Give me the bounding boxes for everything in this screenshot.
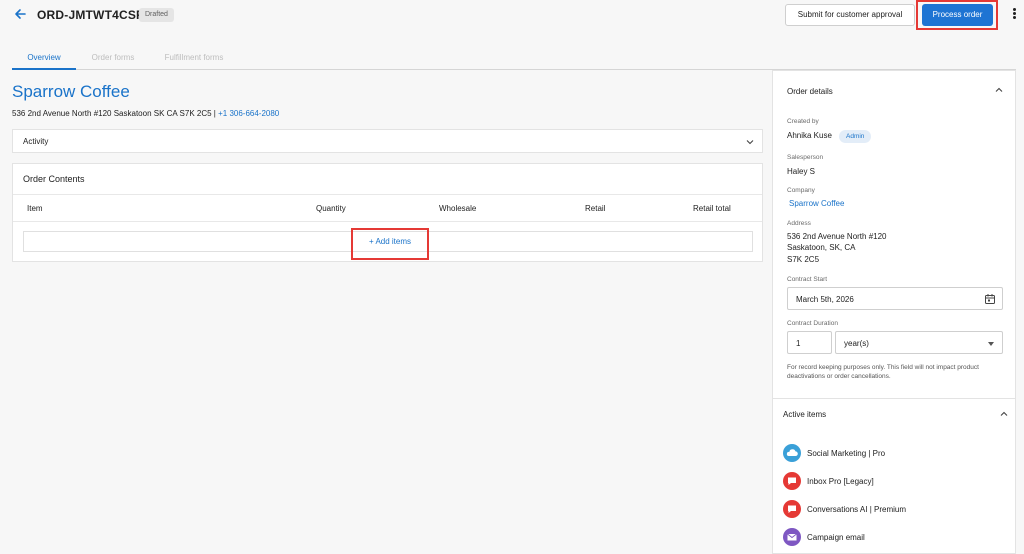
activity-panel[interactable]: Activity [12,129,763,153]
created-by-value: Ahnika Kuse [787,131,832,140]
tab-order-forms[interactable]: Order forms [84,46,142,70]
order-contents-title: Order Contents [23,174,85,184]
more-options-icon[interactable] [1011,7,1017,23]
role-badge: Admin [839,130,872,143]
address-line-3: S7K 2C5 [787,255,820,264]
address-line-2: Saskatoon, SK, CA [787,243,856,252]
tab-overview[interactable]: Overview [12,46,76,70]
contract-start-value: March 5th, 2026 [796,295,854,304]
chat-icon [783,500,801,518]
order-details-title: Order details [787,87,833,96]
add-items-highlight: + Add items [351,228,429,260]
column-retail-total: Retail total [693,204,731,213]
order-id-title: ORD-JMTWT4CSR4 [37,8,152,22]
active-items-title: Active items [783,410,827,419]
company-name: Sparrow Coffee [12,82,130,101]
submit-for-approval-button[interactable]: Submit for customer approval [785,4,915,26]
cloud-icon [783,444,801,462]
back-arrow-icon[interactable] [12,6,28,22]
duration-unit-value: year(s) [844,339,869,348]
duration-unit-select[interactable]: year(s) [835,331,1003,354]
order-details-sidebar: Order details Created by Ahnika Kuse Adm… [772,70,1016,554]
process-order-button[interactable]: Process order [922,4,993,26]
contract-start-input[interactable]: March 5th, 2026 [787,287,1003,310]
active-item-label: Social Marketing | Pro [807,449,886,458]
salesperson-value: Haley S [787,167,816,176]
chat-icon [783,472,801,490]
top-bar: ORD-JMTWT4CSR4 Drafted Submit for custom… [0,0,1024,30]
active-item-label: Conversations AI | Premium [807,505,907,514]
salesperson-label: Salesperson [787,154,824,161]
chevron-down-icon[interactable] [746,138,754,146]
dropdown-caret-icon [988,342,994,346]
address-label: Address [787,220,811,227]
phone-link[interactable]: +1 306-664-2080 [218,109,279,118]
duration-number-value: 1 [796,339,801,348]
add-items-button[interactable]: + Add items [353,237,427,246]
address-line-1: 536 2nd Avenue North #120 [787,232,887,241]
tab-fulfillment-forms[interactable]: Fulfillment forms [158,46,230,70]
company-address: 536 2nd Avenue North #120 Saskatoon SK C… [12,109,279,118]
section-divider [773,398,1015,399]
address-text: 536 2nd Avenue North #120 Saskatoon SK C… [12,109,216,118]
contract-start-label: Contract Start [787,276,828,283]
company-label: Company [787,187,815,194]
column-wholesale: Wholesale [439,204,477,213]
chevron-up-icon[interactable] [995,86,1003,94]
activity-label: Activity [23,137,49,146]
email-icon [783,528,801,546]
duration-hint: For record keeping purposes only. This f… [787,364,979,380]
process-order-highlight: Process order [916,0,998,30]
order-contents-header: Item Quantity Wholesale Retail Retail to… [13,194,762,222]
status-badge: Drafted [139,8,174,22]
calendar-icon[interactable] [984,293,996,305]
order-contents-panel: Order Contents Item Quantity Wholesale R… [12,163,763,262]
company-link[interactable]: Sparrow Coffee [789,199,844,208]
contract-duration-label: Contract Duration [787,320,838,327]
active-item-label: Inbox Pro [Legacy] [807,477,874,486]
column-quantity: Quantity [316,204,346,213]
chevron-up-icon[interactable] [1000,410,1008,418]
column-retail: Retail [585,204,606,213]
active-item-label: Campaign email [807,533,865,542]
column-item: Item [27,204,43,213]
tab-bar: Overview Order forms Fulfillment forms [12,46,1016,70]
duration-number-input[interactable]: 1 [787,331,832,354]
created-by-label: Created by [787,118,819,125]
